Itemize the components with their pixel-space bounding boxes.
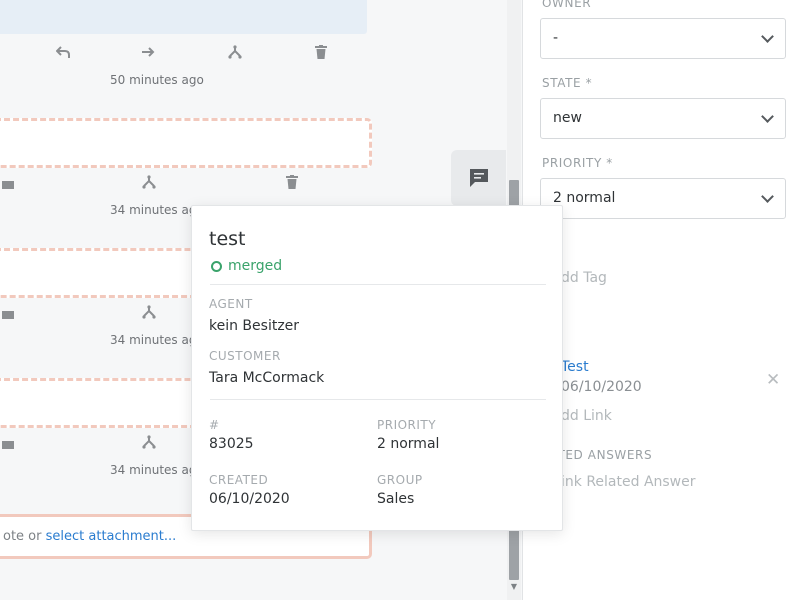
chat-toggle-tab[interactable] xyxy=(451,150,506,206)
state-value: new xyxy=(553,110,582,126)
priority-value: 2 normal xyxy=(553,190,616,206)
article-timestamp: 50 minutes ago xyxy=(110,73,204,87)
article-timestamp: 34 minutes ago xyxy=(110,463,204,477)
agent-value: kein Besitzer xyxy=(209,318,300,334)
owner-value: - xyxy=(553,30,559,46)
owner-label: OWNER xyxy=(542,0,592,10)
owner-select[interactable]: - xyxy=(540,18,786,59)
unlock-icon[interactable] xyxy=(0,303,18,321)
split-icon[interactable] xyxy=(140,433,158,451)
article-timestamp: 34 minutes ago xyxy=(110,203,204,217)
customer-label: CUSTOMER xyxy=(209,349,281,363)
state-select[interactable]: new xyxy=(540,98,786,139)
priority-label: PRIORITY xyxy=(377,418,437,432)
priority-value: 2 normal xyxy=(377,436,440,452)
split-icon[interactable] xyxy=(226,43,244,61)
remove-link-close-icon[interactable]: ✕ xyxy=(766,370,780,390)
chevron-down-icon xyxy=(761,190,774,203)
reply-icon[interactable] xyxy=(54,43,72,61)
article-actions xyxy=(0,43,380,63)
article-timestamp: 34 minutes ago xyxy=(110,333,204,347)
link-related-answer-link[interactable]: ink Related Answer xyxy=(561,474,696,490)
state-text: merged xyxy=(228,258,283,274)
delete-icon[interactable] xyxy=(283,173,301,191)
ticket-sidebar: OWNER - STATE * new PRIORITY * 2 normal … xyxy=(522,0,800,600)
chevron-down-icon xyxy=(761,110,774,123)
customer-value: Tara McCormack xyxy=(209,370,325,386)
created-value: 06/10/2020 xyxy=(209,491,290,507)
number-value: 83025 xyxy=(209,436,254,452)
popover-title: test xyxy=(209,228,246,250)
ticket-popover: test merged AGENT kein Besitzer CUSTOMER… xyxy=(191,205,563,531)
agent-label: AGENT xyxy=(209,297,253,311)
chevron-down-icon xyxy=(761,30,774,43)
article-actions xyxy=(0,173,380,193)
scroll-down-arrow-icon[interactable]: ▼ xyxy=(509,582,519,592)
state-label: STATE * xyxy=(542,76,593,90)
article-bubble xyxy=(0,0,367,34)
chat-icon xyxy=(469,169,488,187)
ticket-state: merged xyxy=(211,258,282,274)
internal-note-bubble xyxy=(0,118,372,168)
split-icon[interactable] xyxy=(140,303,158,321)
group-value: Sales xyxy=(377,491,415,507)
split-icon[interactable] xyxy=(140,173,158,191)
linked-ticket-title[interactable]: Test xyxy=(561,359,589,375)
select-attachment-link[interactable]: select attachment... xyxy=(46,529,177,544)
add-tag-link[interactable]: dd Tag xyxy=(561,270,607,286)
priority-label: PRIORITY * xyxy=(542,156,613,170)
divider xyxy=(210,399,546,400)
unlock-icon[interactable] xyxy=(0,173,18,191)
unlock-icon[interactable] xyxy=(0,433,18,451)
created-label: CREATED xyxy=(209,473,269,487)
priority-select[interactable]: 2 normal xyxy=(540,178,786,219)
number-label: # xyxy=(209,418,220,432)
linked-ticket-date: 06/10/2020 xyxy=(561,379,642,395)
delete-icon[interactable] xyxy=(312,43,330,61)
forward-icon[interactable] xyxy=(139,43,157,61)
reply-placeholder: ote or xyxy=(3,529,46,544)
divider xyxy=(210,284,546,285)
add-link-link[interactable]: dd Link xyxy=(561,408,612,424)
state-circle-icon xyxy=(211,260,222,272)
group-label: GROUP xyxy=(377,473,423,487)
